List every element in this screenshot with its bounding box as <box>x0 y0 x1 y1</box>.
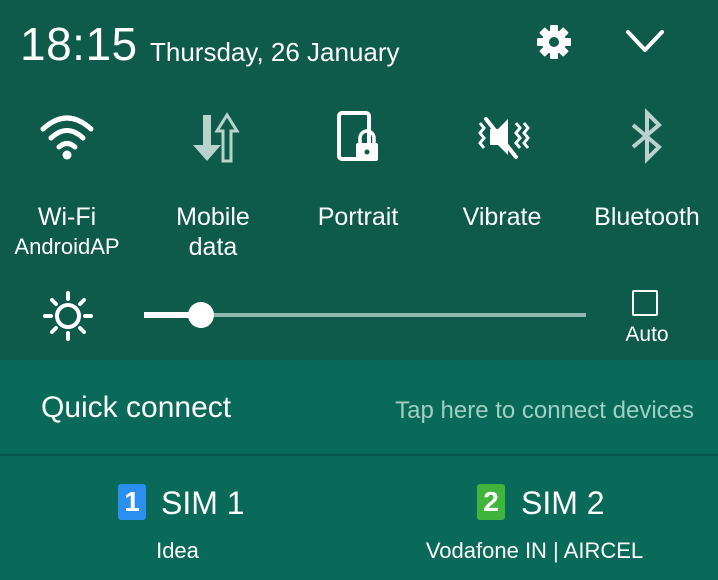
sim-1-badge: 1 <box>118 484 146 520</box>
sim-1-card[interactable]: 1 SIM 1 Idea <box>0 456 359 580</box>
sim-2-card[interactable]: 2 SIM 2 Vodafone IN | AIRCEL <box>359 456 718 580</box>
clock: 18:15 <box>20 18 138 70</box>
bluetooth-icon <box>631 108 662 164</box>
sim-2-name: SIM 2 <box>521 485 605 521</box>
brightness-icon <box>43 291 93 341</box>
tile-label: Portrait <box>317 203 399 231</box>
tile-label: Wi-Fi <box>37 203 97 231</box>
tile-portrait[interactable]: Portrait <box>288 105 428 265</box>
tile-sublabel: AndroidAP <box>14 234 120 259</box>
sim-2-carrier: Vodafone IN | AIRCEL <box>425 538 644 563</box>
quick-connect-hint: Tap here to connect devices <box>395 397 694 424</box>
tile-mobile-data[interactable]: Mobile data <box>143 105 283 265</box>
auto-brightness-checkbox[interactable] <box>632 290 658 316</box>
tile-vibrate[interactable]: Vibrate <box>432 105 572 265</box>
quick-connect-bar[interactable]: Quick connect Tap here to connect device… <box>0 360 718 454</box>
chevron-down-icon[interactable] <box>622 20 668 64</box>
tile-sublabel: data <box>188 233 238 261</box>
brightness-slider-thumb[interactable] <box>188 302 215 328</box>
gear-icon[interactable] <box>532 20 576 64</box>
tile-label: Bluetooth <box>594 203 700 231</box>
sim-2-badge: 2 <box>477 484 505 520</box>
quick-settings-panel: 18:15 Thursday, 26 January Wi-Fi Android… <box>0 0 718 360</box>
sim-1-name: SIM 1 <box>161 485 245 521</box>
sim-selector: 1 SIM 1 Idea 2 SIM 2 Vodafone IN | AIRCE… <box>0 456 718 580</box>
mobile-data-icon <box>193 112 240 163</box>
quick-connect-title: Quick connect <box>41 391 232 424</box>
sim-1-carrier: Idea <box>156 538 199 563</box>
vibrate-icon <box>478 117 530 159</box>
portrait-lock-icon <box>337 111 378 161</box>
date[interactable]: Thursday, 26 January <box>150 36 400 68</box>
tile-bluetooth[interactable]: Bluetooth <box>577 105 717 265</box>
tile-label: Mobile <box>176 203 250 231</box>
auto-brightness-label: Auto <box>625 323 669 346</box>
tile-label: Vibrate <box>462 203 542 231</box>
wifi-icon <box>40 115 94 160</box>
tile-wifi[interactable]: Wi-Fi AndroidAP <box>0 105 137 265</box>
